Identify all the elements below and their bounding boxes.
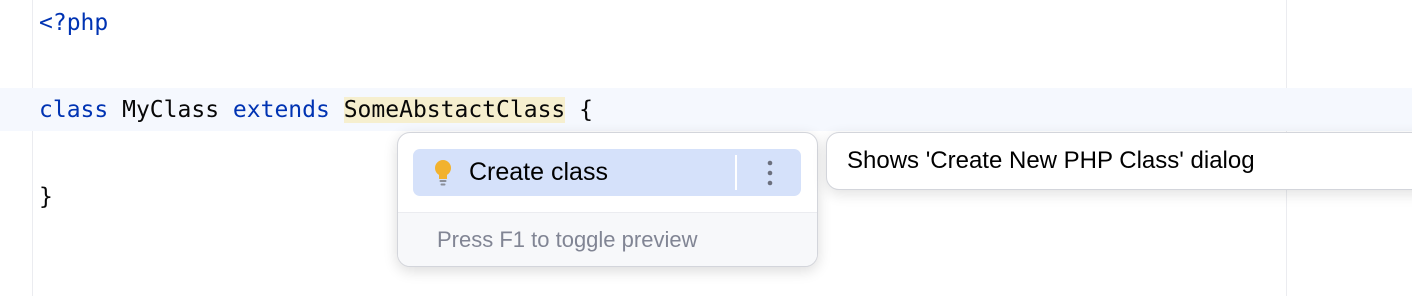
create-class-label: Create class [469, 158, 608, 186]
keyword-extends: extends [232, 97, 330, 123]
open-brace: { [579, 97, 593, 123]
code-line-2[interactable]: class MyClass extends SomeAbstactClass { [39, 90, 593, 130]
popup-footer: Press F1 to toggle preview [398, 212, 817, 266]
class-name: MyClass [122, 97, 220, 123]
vertical-ellipsis-icon [767, 160, 773, 185]
action-description-tooltip: Shows 'Create New PHP Class' dialog [826, 132, 1412, 190]
keyword-class: class [39, 97, 109, 123]
toggle-preview-hint: Press F1 to toggle preview [437, 227, 698, 252]
code-line-3[interactable]: } [39, 177, 53, 217]
tooltip-text: Shows 'Create New PHP Class' dialog [847, 147, 1255, 174]
code-line-1[interactable]: <?php [39, 3, 108, 43]
gutter-divider [32, 0, 33, 296]
php-open-tag: <?php [39, 10, 109, 36]
action-separator [735, 155, 737, 190]
lightbulb-icon [435, 160, 451, 186]
more-options-button[interactable] [739, 149, 801, 196]
create-class-action[interactable]: Create class [413, 149, 801, 196]
unresolved-class-reference[interactable]: SomeAbstactClass [343, 97, 566, 123]
close-brace: } [39, 184, 53, 210]
intention-actions-popup: Create class Press F1 to toggle preview [397, 132, 818, 267]
